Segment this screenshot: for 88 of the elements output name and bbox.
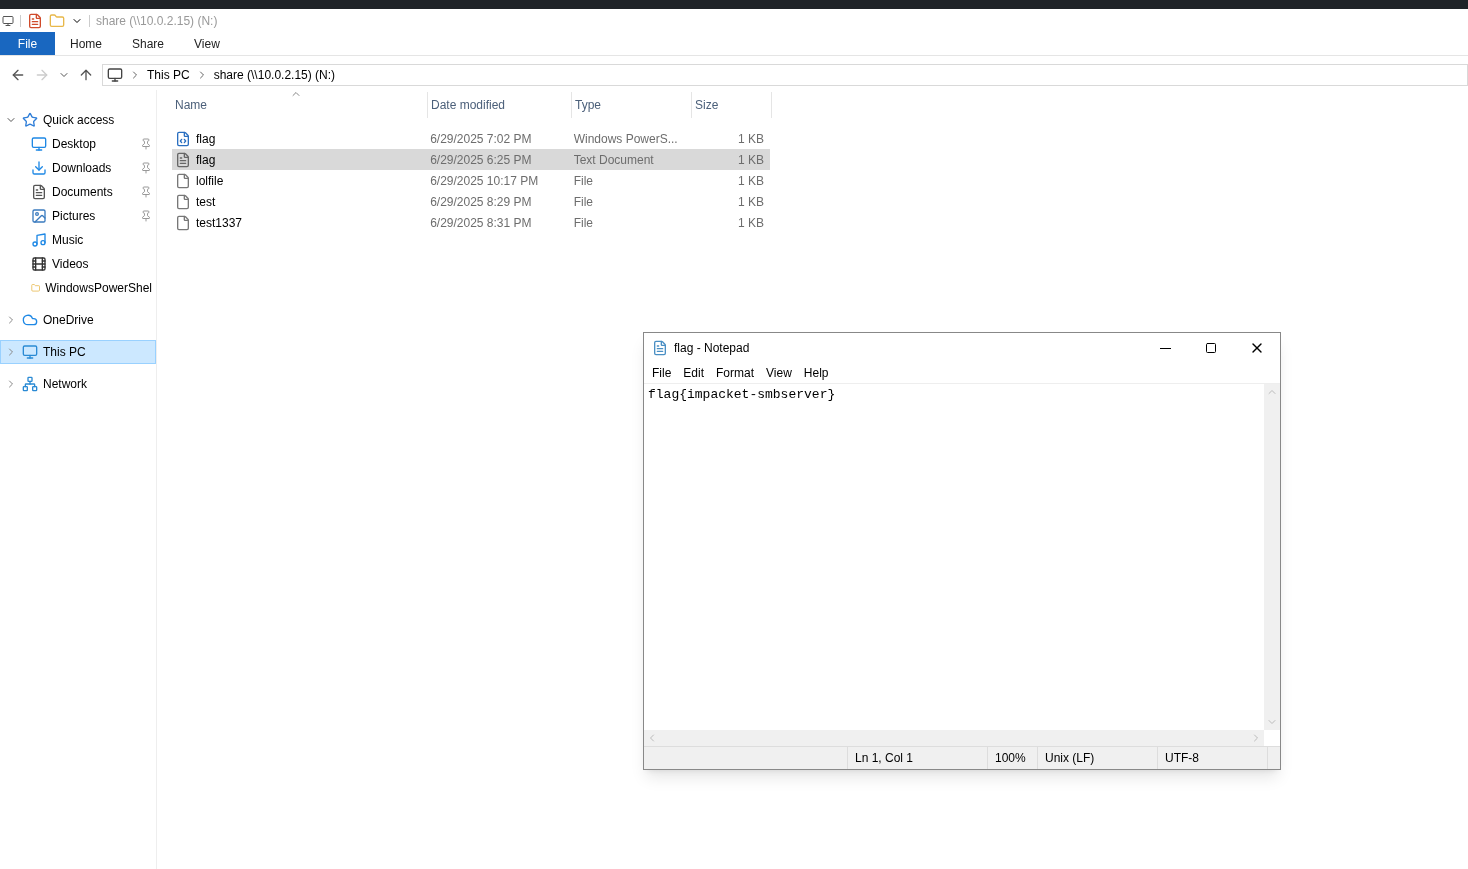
- file-name: flag: [196, 151, 216, 169]
- file-row[interactable]: flag 6/29/2025 6:25 PM Text Document 1 KB: [172, 149, 770, 170]
- file-name: test: [196, 193, 216, 211]
- nav-item[interactable]: WindowsPowerShel: [0, 276, 156, 300]
- menu-item[interactable]: File: [646, 364, 678, 382]
- text-area[interactable]: flag{impacket-smbserver}: [644, 384, 1264, 730]
- file-row[interactable]: test1337 6/29/2025 8:31 PM File 1 KB: [172, 212, 770, 233]
- maximize-icon: [1205, 342, 1217, 354]
- file-name: lolfile: [196, 172, 224, 190]
- file-name: flag: [196, 130, 216, 148]
- minimize-icon: [1159, 347, 1171, 349]
- file-name: test1337: [196, 214, 243, 232]
- desktop-icon: [31, 136, 47, 152]
- pin-icon[interactable]: [140, 186, 152, 198]
- nav-item[interactable]: Music: [0, 228, 156, 252]
- breadcrumb-item[interactable]: This PC: [147, 66, 190, 84]
- notepad-icon: [652, 340, 668, 356]
- pin-icon[interactable]: [140, 162, 152, 174]
- network-icon: [22, 376, 38, 392]
- music-icon: [31, 232, 47, 248]
- status-field: 100%: [988, 747, 1038, 769]
- star-icon: [22, 112, 38, 128]
- file-size: 1 KB: [738, 214, 764, 232]
- date-modified: 6/29/2025 10:17 PM: [430, 172, 539, 190]
- status-field: UTF-8: [1158, 747, 1268, 769]
- pin-icon[interactable]: [140, 138, 152, 150]
- column-header[interactable]: Date modified: [428, 92, 572, 118]
- menu-item[interactable]: Help: [797, 364, 835, 382]
- address-bar[interactable]: This PC share (\\10.0.2.15) (N:): [102, 64, 1468, 86]
- text-file-icon: [175, 151, 191, 168]
- window-title: share (\\10.0.2.15) (N:): [96, 12, 218, 30]
- file-type: File: [573, 193, 593, 211]
- back-button[interactable]: [10, 67, 26, 83]
- video-icon: [31, 256, 47, 272]
- menu-item[interactable]: Format: [710, 364, 761, 382]
- status-field: Ln 1, Col 1: [848, 747, 988, 769]
- date-modified: 6/29/2025 8:29 PM: [430, 193, 532, 211]
- file-size: 1 KB: [738, 172, 764, 190]
- pc-icon: [22, 344, 38, 360]
- date-modified: 6/29/2025 6:25 PM: [430, 151, 532, 169]
- window-title: flag - Notepad: [674, 340, 751, 357]
- ribbon-tab[interactable]: Share: [117, 32, 180, 55]
- nav-item[interactable]: OneDrive: [0, 308, 156, 332]
- file-size: 1 KB: [738, 130, 764, 148]
- script-file-icon: [175, 130, 191, 147]
- nav-item[interactable]: Pictures: [0, 204, 156, 228]
- cloud-icon: [22, 312, 38, 328]
- file-type: File: [573, 214, 593, 232]
- file-icon: [175, 193, 191, 210]
- ribbon-tab[interactable]: File: [0, 32, 55, 55]
- file-size: 1 KB: [738, 193, 764, 211]
- column-header[interactable]: Size: [692, 92, 772, 118]
- file-icon: [175, 172, 191, 189]
- date-modified: 6/29/2025 8:31 PM: [430, 214, 532, 232]
- file-row[interactable]: flag 6/29/2025 7:02 PM Windows PowerS... 1 KB: [172, 128, 770, 149]
- nav-item[interactable]: This PC: [0, 340, 156, 364]
- forward-button[interactable]: [34, 67, 50, 83]
- folder-icon[interactable]: [49, 12, 65, 29]
- document-icon: [31, 184, 47, 200]
- column-header[interactable]: Type: [572, 92, 692, 118]
- ribbon-tab[interactable]: Home: [55, 32, 117, 55]
- date-modified: 6/29/2025 7:02 PM: [430, 130, 532, 148]
- horizontal-scrollbar[interactable]: [644, 730, 1264, 746]
- nav-item[interactable]: Network: [0, 372, 156, 396]
- breadcrumb-item[interactable]: share (\\10.0.2.15) (N:): [213, 66, 336, 84]
- file-type: Text Document: [573, 151, 654, 169]
- vertical-scrollbar[interactable]: [1264, 384, 1280, 730]
- nav-item[interactable]: Quick access: [0, 108, 156, 132]
- menu-item[interactable]: View: [760, 364, 798, 382]
- column-header[interactable]: Name: [172, 92, 428, 118]
- download-icon: [31, 160, 47, 176]
- file-row[interactable]: test 6/29/2025 8:29 PM File 1 KB: [172, 191, 770, 212]
- file-size: 1 KB: [738, 151, 764, 169]
- file-icon: [175, 214, 191, 231]
- file-type: File: [573, 172, 593, 190]
- file-type: Windows PowerS...: [573, 130, 678, 148]
- pictures-icon: [31, 208, 47, 224]
- nav-item[interactable]: Documents: [0, 180, 156, 204]
- file-row[interactable]: lolfile 6/29/2025 10:17 PM File 1 KB: [172, 170, 770, 191]
- pin-icon[interactable]: [140, 210, 152, 222]
- nav-item[interactable]: Desktop: [0, 132, 156, 156]
- status-field: Unix (LF): [1038, 747, 1158, 769]
- nav-item[interactable]: Videos: [0, 252, 156, 276]
- nav-item[interactable]: Downloads: [0, 156, 156, 180]
- properties-icon[interactable]: [27, 12, 43, 29]
- menu-item[interactable]: Edit: [677, 364, 711, 382]
- ribbon-tab[interactable]: View: [179, 32, 235, 55]
- up-button[interactable]: [78, 67, 94, 83]
